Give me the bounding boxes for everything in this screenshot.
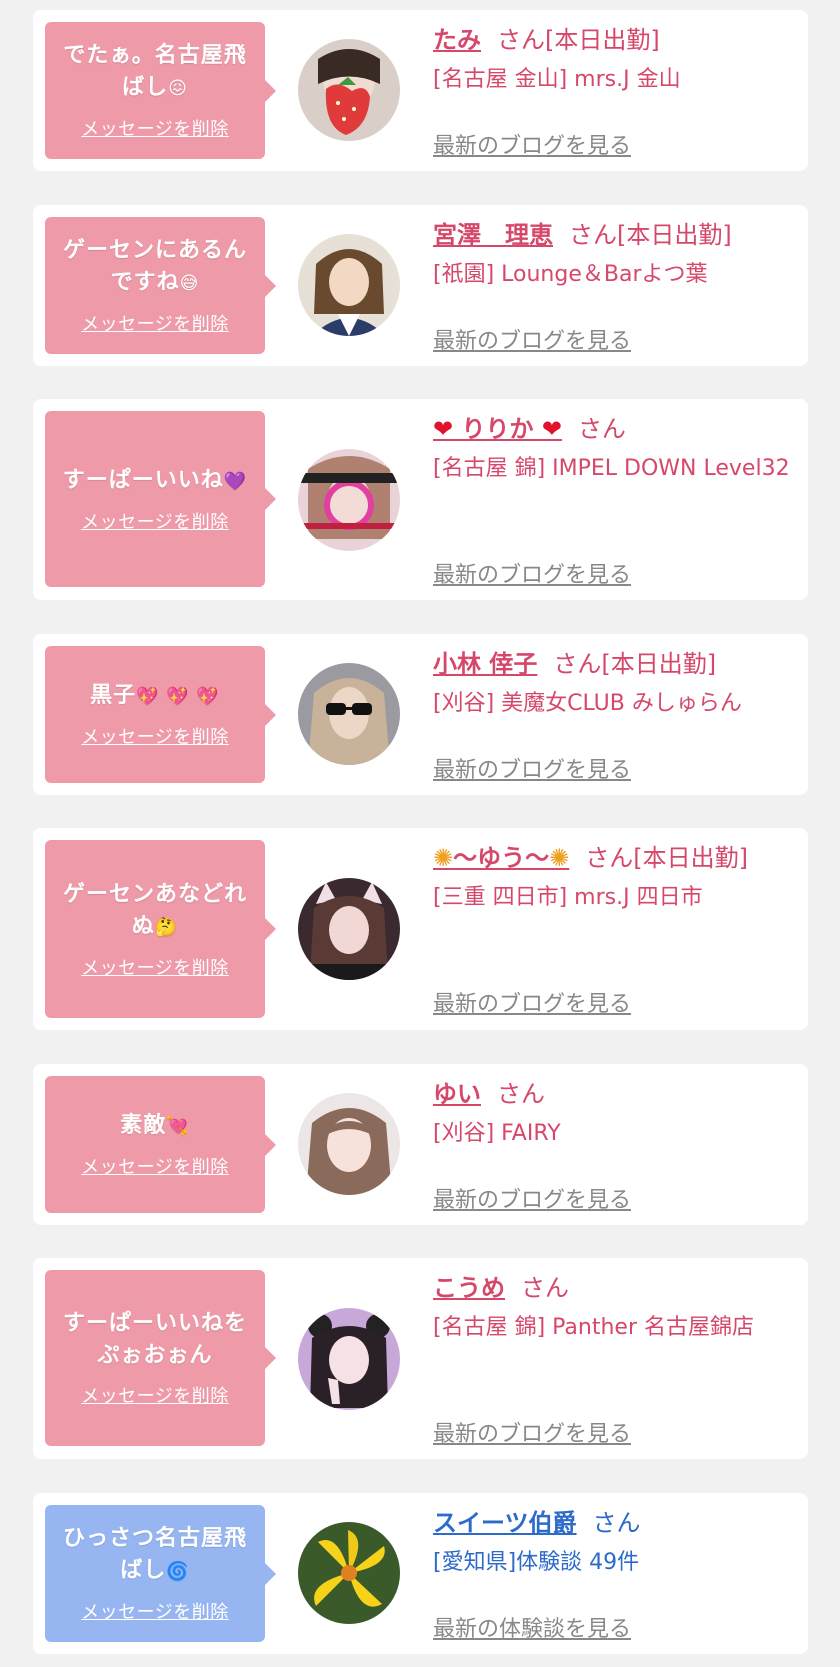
delete-message-link[interactable]: メッセージを削除 <box>81 508 229 534</box>
message-bubble: ひっさつ名古屋飛ばし🌀 メッセージを削除 <box>45 1505 276 1642</box>
delete-message-link[interactable]: メッセージを削除 <box>81 1153 229 1179</box>
sunflower-icon: ✺ <box>549 844 570 872</box>
heart-icon: ❤ <box>433 415 454 443</box>
avatar[interactable] <box>298 663 400 765</box>
message-bubble: 素敵💘 メッセージを削除 <box>45 1076 276 1213</box>
cast-name-link[interactable]: ✺〜ゆう〜✺ <box>433 844 569 872</box>
name-line: ❤ りりか ❤ さん <box>433 415 626 443</box>
message-bubble: ゲーセンあなどれぬ🤔 メッセージを削除 <box>45 840 276 1018</box>
blog-link[interactable]: 最新のブログを見る <box>433 986 631 1018</box>
name-line: ✺〜ゆう〜✺ さん[本日出勤] <box>433 844 748 872</box>
cast-info: たみ さん[本日出勤] [名古屋 金山] mrs.J 金山 最新のブログを見る <box>433 20 798 159</box>
cast-info: ❤ りりか ❤ さん [名古屋 錦] IMPEL DOWN Level32 最新の… <box>433 409 798 588</box>
name-line: スイーツ伯爵 さん <box>433 1509 641 1537</box>
blog-link[interactable]: 最新のブログを見る <box>433 128 631 160</box>
message-bubble: すーぱーいいね💜 メッセージを削除 <box>45 411 276 587</box>
message-card: すーぱーいいねをぷぉおぉん メッセージを削除 こうめ さん [名古屋 錦] Pan… <box>33 1258 808 1459</box>
cast-name-link[interactable]: こうめ <box>433 1274 505 1302</box>
avatar[interactable] <box>298 1308 400 1410</box>
status-label: [本日出勤] <box>617 221 732 249</box>
message-text: ひっさつ名古屋飛ばし🌀 <box>62 1526 247 1583</box>
message-bubble: でたぁ。名古屋飛ばし😖 メッセージを削除 <box>45 22 276 159</box>
sunflower-icon: ✺ <box>433 844 454 872</box>
message-text: 黒子💖 💖 💖 <box>90 683 220 708</box>
delete-message-link[interactable]: メッセージを削除 <box>81 115 229 141</box>
delete-message-link[interactable]: メッセージを削除 <box>81 723 229 749</box>
shop-label: [愛知県]体験談 49件 <box>433 1550 640 1575</box>
message-card: でたぁ。名古屋飛ばし😖 メッセージを削除 たみ さん[本日出勤] [名古屋 金山]… <box>33 10 808 171</box>
delete-message-link[interactable]: メッセージを削除 <box>81 310 229 336</box>
shop-label: [刈谷] 美魔女CLUB みしゅらん <box>433 691 742 716</box>
name-line: たみ さん[本日出勤] <box>433 26 660 54</box>
cast-name-link[interactable]: たみ <box>433 26 481 54</box>
message-card: 黒子💖 💖 💖 メッセージを削除 小林 倖子 さん[本日出勤] [刈谷] 美魔女C… <box>33 634 808 795</box>
name-line: ゆい さん <box>433 1080 545 1108</box>
cast-info: 小林 倖子 さん[本日出勤] [刈谷] 美魔女CLUB みしゅらん 最新のブログを… <box>433 644 798 783</box>
status-label: [本日出勤] <box>601 650 717 678</box>
shop-label: [名古屋 金山] mrs.J 金山 <box>433 67 681 92</box>
delete-message-link[interactable]: メッセージを削除 <box>81 954 229 980</box>
shop-label: [刈谷] FAIRY <box>433 1121 561 1146</box>
cast-name-link[interactable]: ❤ りりか ❤ <box>433 415 562 443</box>
message-text: すーぱーいいねをぷぉおぉん <box>62 1311 247 1368</box>
cast-info: ゆい さん [刈谷] FAIRY 最新のブログを見る <box>433 1074 798 1213</box>
blog-link[interactable]: 最新のブログを見る <box>433 323 631 355</box>
avatar[interactable] <box>298 234 400 336</box>
avatar[interactable] <box>298 39 400 141</box>
message-card: ひっさつ名古屋飛ばし🌀 メッセージを削除 スイーツ伯爵 さん [愛知県]体験談 4… <box>33 1493 808 1654</box>
cast-info: ✺〜ゆう〜✺ さん[本日出勤] [三重 四日市] mrs.J 四日市 最新のブログ… <box>433 838 798 1017</box>
shop-label: [三重 四日市] mrs.J 四日市 <box>433 885 703 910</box>
message-text: 素敵💘 <box>120 1113 190 1138</box>
delete-message-link[interactable]: メッセージを削除 <box>81 1598 229 1624</box>
cast-name-link[interactable]: 小林 倖子 <box>433 650 537 678</box>
message-card: 素敵💘 メッセージを削除 ゆい さん [刈谷] FAIRY 最新のブログを見る <box>33 1064 808 1225</box>
avatar[interactable] <box>298 449 400 551</box>
message-bubble: すーぱーいいねをぷぉおぉん メッセージを削除 <box>45 1270 276 1446</box>
avatar[interactable] <box>298 1093 400 1195</box>
cast-info: 宮澤 理恵 さん[本日出勤] [祇園] Lounge＆Barよつ葉 最新のブログを… <box>433 215 798 354</box>
message-card: すーぱーいいね💜 メッセージを削除 ❤ りりか ❤ さん [名古屋 錦] IMPE… <box>33 399 808 600</box>
cast-name-link[interactable]: ゆい <box>433 1080 481 1108</box>
shop-label: [名古屋 錦] IMPEL DOWN Level32 <box>433 456 790 481</box>
name-line: 宮澤 理恵 さん[本日出勤] <box>433 221 732 249</box>
cast-name-link[interactable]: 宮澤 理恵 <box>433 221 553 249</box>
blog-link[interactable]: 最新のブログを見る <box>433 1182 631 1214</box>
cast-info: こうめ さん [名古屋 錦] Panther 名古屋錦店 最新のブログを見る <box>433 1268 798 1447</box>
heart-icon: ❤ <box>541 415 562 443</box>
status-label: [本日出勤] <box>545 26 660 54</box>
delete-message-link[interactable]: メッセージを削除 <box>81 1382 229 1408</box>
status-label: [本日出勤] <box>633 844 748 872</box>
shop-label: [名古屋 錦] Panther 名古屋錦店 <box>433 1315 754 1340</box>
message-text: でたぁ。名古屋飛ばし😖 <box>63 43 247 100</box>
cast-info: スイーツ伯爵 さん [愛知県]体験談 49件 最新の体験談を見る <box>433 1503 798 1642</box>
message-bubble: 黒子💖 💖 💖 メッセージを削除 <box>45 646 276 783</box>
cast-name-link[interactable]: スイーツ伯爵 <box>433 1509 577 1537</box>
name-line: 小林 倖子 さん[本日出勤] <box>433 650 717 678</box>
shop-label: [祇園] Lounge＆Barよつ葉 <box>433 262 708 287</box>
message-text: すーぱーいいね💜 <box>62 467 248 493</box>
message-card: ゲーセンあなどれぬ🤔 メッセージを削除 ✺〜ゆう〜✺ さん[本日出勤] [三重 四… <box>33 828 808 1030</box>
name-line: こうめ さん <box>433 1274 569 1302</box>
blog-link[interactable]: 最新のブログを見る <box>433 752 631 784</box>
blog-link[interactable]: 最新の体験談を見る <box>433 1611 631 1643</box>
blog-link[interactable]: 最新のブログを見る <box>433 1416 631 1448</box>
avatar[interactable] <box>298 1522 400 1624</box>
message-bubble: ゲーセンにあるんですね😅 メッセージを削除 <box>45 217 276 354</box>
blog-link[interactable]: 最新のブログを見る <box>433 557 631 589</box>
avatar[interactable] <box>298 878 400 980</box>
message-text: ゲーセンにあるんですね😅 <box>62 238 247 295</box>
message-text: ゲーセンあなどれぬ🤔 <box>62 881 247 939</box>
message-card: ゲーセンにあるんですね😅 メッセージを削除 宮澤 理恵 さん[本日出勤] [祇園]… <box>33 205 808 366</box>
